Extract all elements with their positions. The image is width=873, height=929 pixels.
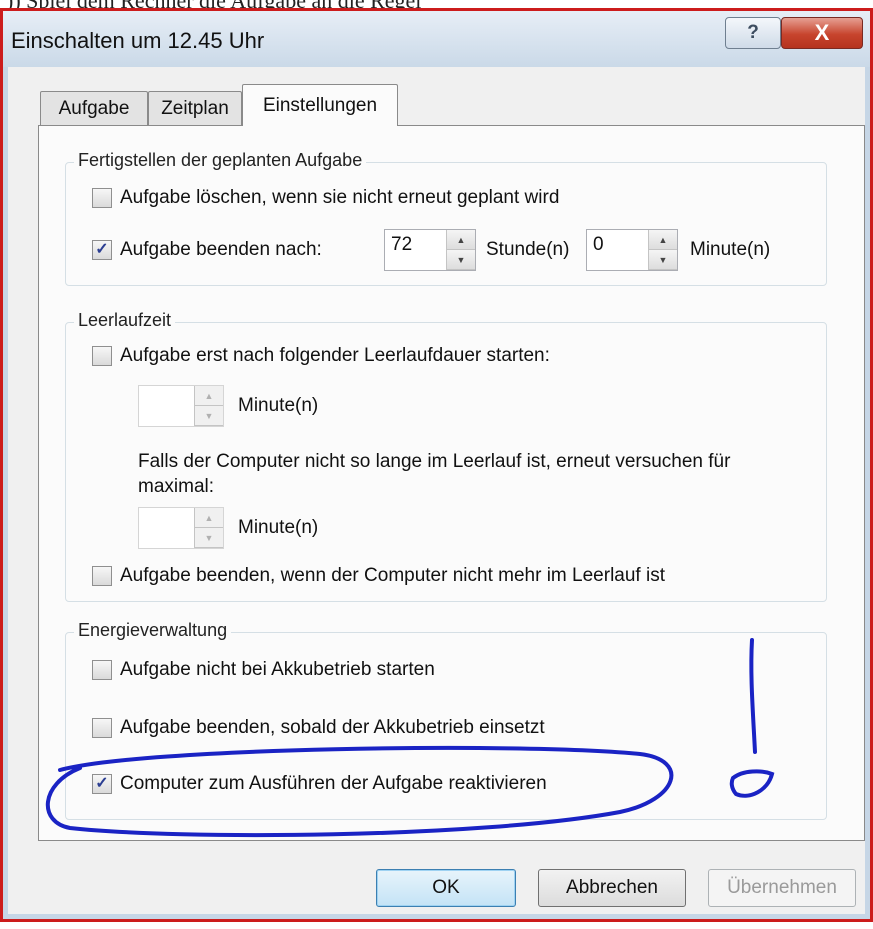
hours-stepper[interactable]: 72 ▲ ▼ — [384, 229, 476, 271]
no-battery-start-option[interactable]: Aufgabe nicht bei Akkubetrieb starten — [92, 659, 435, 681]
apply-button[interactable]: Übernehmen — [708, 869, 856, 907]
group-legend: Fertigstellen der geplanten Aufgabe — [74, 150, 367, 171]
start-after-idle-option[interactable]: Aufgabe erst nach folgender Leerlaufdaue… — [92, 345, 550, 367]
cancel-button[interactable]: Abbrechen — [538, 869, 686, 907]
help-button[interactable]: ? — [725, 17, 781, 49]
window-title: Einschalten um 12.45 Uhr — [11, 28, 265, 53]
idle-minutes-value[interactable] — [139, 386, 194, 426]
checkmark-icon: ✓ — [95, 241, 109, 258]
group-legend: Energieverwaltung — [74, 620, 232, 641]
idle-minutes-unit-label: Minute(n) — [238, 395, 319, 416]
start-after-idle-checkbox[interactable] — [92, 346, 112, 366]
spin-up-icon[interactable]: ▲ — [195, 386, 223, 406]
checkbox-label: Aufgabe beenden, wenn der Computer nicht… — [120, 565, 665, 586]
tab-aufgabe[interactable]: Aufgabe — [40, 91, 148, 125]
idle-minutes-stepper[interactable]: ▲ ▼ — [138, 385, 224, 427]
ok-button[interactable]: OK — [376, 869, 516, 907]
spin-down-icon[interactable]: ▼ — [195, 406, 223, 426]
retry-minutes-stepper[interactable]: ▲ ▼ — [138, 507, 224, 549]
retry-description: Falls der Computer nicht so lange im Lee… — [138, 451, 731, 497]
minutes-stepper[interactable]: 0 ▲ ▼ — [586, 229, 678, 271]
spin-up-icon[interactable]: ▲ — [447, 230, 475, 250]
checkbox-label: Aufgabe löschen, wenn sie nicht erneut g… — [120, 187, 560, 208]
stop-on-battery-option[interactable]: Aufgabe beenden, sobald der Akkubetrieb … — [92, 717, 545, 739]
dialog-window: Einschalten um 12.45 Uhr ? X Aufgabe Zei… — [0, 8, 873, 922]
hours-value[interactable]: 72 — [385, 230, 446, 270]
wake-computer-checkbox[interactable]: ✓ — [92, 774, 112, 794]
stop-when-not-idle-checkbox[interactable] — [92, 566, 112, 586]
close-button[interactable]: X — [781, 17, 863, 49]
group-fertigstellen: Fertigstellen der geplanten Aufgabe Aufg… — [65, 150, 827, 286]
stop-after-option[interactable]: ✓ Aufgabe beenden nach: — [92, 239, 322, 261]
checkmark-icon: ✓ — [95, 775, 109, 792]
stop-on-battery-checkbox[interactable] — [92, 718, 112, 738]
checkbox-label: Aufgabe beenden, sobald der Akkubetrieb … — [120, 717, 545, 738]
retry-minutes-value[interactable] — [139, 508, 194, 548]
group-energieverwaltung: Energieverwaltung Aufgabe nicht bei Akku… — [65, 620, 827, 820]
spin-up-icon[interactable]: ▲ — [649, 230, 677, 250]
stop-after-checkbox[interactable]: ✓ — [92, 240, 112, 260]
group-leerlaufzeit: Leerlaufzeit Aufgabe erst nach folgender… — [65, 310, 827, 602]
spin-down-icon[interactable]: ▼ — [649, 250, 677, 270]
spin-down-icon[interactable]: ▼ — [447, 250, 475, 270]
retry-minutes-unit-label: Minute(n) — [238, 517, 319, 538]
stop-when-not-idle-option[interactable]: Aufgabe beenden, wenn der Computer nicht… — [92, 565, 665, 587]
page-bottom-strip — [0, 922, 873, 929]
checkbox-label: Aufgabe erst nach folgender Leerlaufdaue… — [120, 345, 550, 366]
delete-task-option[interactable]: Aufgabe löschen, wenn sie nicht erneut g… — [92, 187, 559, 209]
tab-zeitplan[interactable]: Zeitplan — [148, 91, 242, 125]
delete-task-checkbox[interactable] — [92, 188, 112, 208]
spin-up-icon[interactable]: ▲ — [195, 508, 223, 528]
checkbox-label: Computer zum Ausführen der Aufgabe reakt… — [120, 773, 547, 794]
minutes-value[interactable]: 0 — [587, 230, 648, 270]
help-icon: ? — [747, 22, 759, 43]
group-legend: Leerlaufzeit — [74, 310, 176, 331]
title-bar: Einschalten um 12.45 Uhr ? X — [3, 11, 870, 67]
tab-einstellungen[interactable]: Einstellungen — [242, 84, 398, 126]
wake-computer-option[interactable]: ✓ Computer zum Ausführen der Aufgabe rea… — [92, 773, 547, 795]
dialog-client-area: Aufgabe Zeitplan Einstellungen Fertigste… — [8, 67, 865, 914]
checkbox-label: Aufgabe nicht bei Akkubetrieb starten — [120, 659, 435, 680]
minutes-unit-label: Minute(n) — [690, 239, 771, 260]
hours-unit-label: Stunde(n) — [486, 239, 570, 260]
spin-down-icon[interactable]: ▼ — [195, 528, 223, 548]
checkbox-label: Aufgabe beenden nach: — [120, 239, 322, 260]
no-battery-start-checkbox[interactable] — [92, 660, 112, 680]
settings-panel: Fertigstellen der geplanten Aufgabe Aufg… — [38, 125, 865, 841]
close-icon: X — [814, 20, 830, 45]
